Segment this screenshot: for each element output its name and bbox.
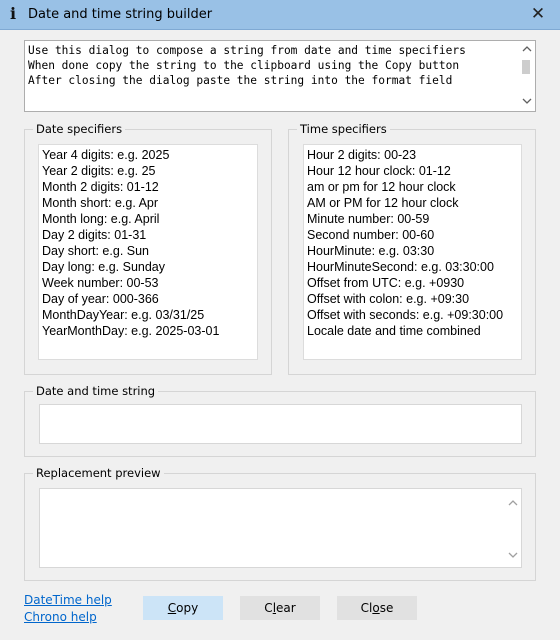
instructions-box[interactable]: Use this dialog to compose a string from… <box>24 40 536 112</box>
chevron-up-icon[interactable] <box>518 41 535 57</box>
time-specifiers-group: Time specifiers Hour 2 digits: 00-23 Hou… <box>288 122 536 375</box>
time-specifier-item[interactable]: Hour 12 hour clock: 01-12 <box>307 163 521 179</box>
time-specifier-item[interactable]: Minute number: 00-59 <box>307 211 521 227</box>
datetime-string-input[interactable] <box>39 404 522 444</box>
chevron-down-icon[interactable] <box>504 547 521 563</box>
close-button-label: Cl <box>360 601 373 615</box>
copy-button-accelerator: C <box>167 601 177 615</box>
time-specifier-item[interactable]: Second number: 00-60 <box>307 227 521 243</box>
close-button-accelerator: o <box>372 601 380 615</box>
date-specifier-item[interactable]: Month short: e.g. Apr <box>42 195 257 211</box>
time-specifier-item[interactable]: Hour 2 digits: 00-23 <box>307 147 521 163</box>
date-specifier-item[interactable]: Day short: e.g. Sun <box>42 243 257 259</box>
datetime-string-label: Date and time string <box>33 384 159 398</box>
datetime-help-link[interactable]: DateTime help <box>24 593 112 607</box>
time-specifier-item[interactable]: am or pm for 12 hour clock <box>307 179 521 195</box>
copy-button[interactable]: Copy <box>143 596 223 620</box>
date-specifier-item[interactable]: Week number: 00-53 <box>42 275 257 291</box>
instruction-line: After closing the dialog paste the strin… <box>28 74 453 87</box>
clear-button-label: C <box>264 601 273 615</box>
time-specifier-item[interactable]: HourMinute: e.g. 03:30 <box>307 243 521 259</box>
time-specifier-item[interactable]: Offset from UTC: e.g. +0930 <box>307 275 521 291</box>
dialog-body: Use this dialog to compose a string from… <box>0 30 560 640</box>
time-specifier-item[interactable]: Offset with colon: e.g. +09:30 <box>307 291 521 307</box>
instruction-line: Use this dialog to compose a string from… <box>28 44 466 57</box>
chevron-down-icon[interactable] <box>518 93 535 109</box>
time-specifiers-label: Time specifiers <box>297 122 390 136</box>
replacement-preview-label: Replacement preview <box>33 466 164 480</box>
time-specifier-item[interactable]: Locale date and time combined <box>307 323 521 339</box>
date-specifier-item[interactable]: YearMonthDay: e.g. 2025-03-01 <box>42 323 257 339</box>
chevron-up-icon[interactable] <box>504 495 521 511</box>
date-specifiers-group: Date specifiers Year 4 digits: e.g. 2025… <box>24 122 272 375</box>
close-button-label: se <box>379 601 394 615</box>
time-specifier-item[interactable]: Offset with seconds: e.g. +09:30:00 <box>307 307 521 323</box>
date-specifier-item[interactable]: Month long: e.g. April <box>42 211 257 227</box>
info-icon: i <box>10 4 17 23</box>
chrono-help-link[interactable]: Chrono help <box>24 610 97 624</box>
date-specifiers-list[interactable]: Year 4 digits: e.g. 2025 Year 2 digits: … <box>38 144 258 360</box>
instruction-line: When done copy the string to the clipboa… <box>28 59 460 72</box>
instructions-scrollbar[interactable] <box>518 41 535 111</box>
close-icon[interactable]: ✕ <box>524 3 552 25</box>
date-specifier-item[interactable]: Day long: e.g. Sunday <box>42 259 257 275</box>
copy-button-label: opy <box>176 601 199 615</box>
date-specifier-item[interactable]: Year 2 digits: e.g. 25 <box>42 163 257 179</box>
date-specifier-item[interactable]: Month 2 digits: 01-12 <box>42 179 257 195</box>
date-specifier-item[interactable]: Day of year: 000-366 <box>42 291 257 307</box>
time-specifier-item[interactable]: AM or PM for 12 hour clock <box>307 195 521 211</box>
date-specifiers-label: Date specifiers <box>33 122 126 136</box>
title-bar: i Date and time string builder ✕ <box>0 0 560 30</box>
datetime-string-group: Date and time string <box>24 384 536 457</box>
clear-button[interactable]: Clear <box>240 596 320 620</box>
date-specifier-item[interactable]: Year 4 digits: e.g. 2025 <box>42 147 257 163</box>
window-title: Date and time string builder <box>28 7 213 22</box>
replacement-preview-group: Replacement preview <box>24 466 536 581</box>
replacement-preview-output[interactable] <box>39 488 522 568</box>
time-specifiers-list[interactable]: Hour 2 digits: 00-23 Hour 12 hour clock:… <box>303 144 522 360</box>
date-specifier-item[interactable]: Day 2 digits: 01-31 <box>42 227 257 243</box>
close-button[interactable]: Close <box>337 596 417 620</box>
scrollbar-thumb[interactable] <box>522 60 530 74</box>
time-specifier-item[interactable]: HourMinuteSecond: e.g. 03:30:00 <box>307 259 521 275</box>
date-specifier-item[interactable]: MonthDayYear: e.g. 03/31/25 <box>42 307 257 323</box>
clear-button-label: ear <box>276 601 296 615</box>
